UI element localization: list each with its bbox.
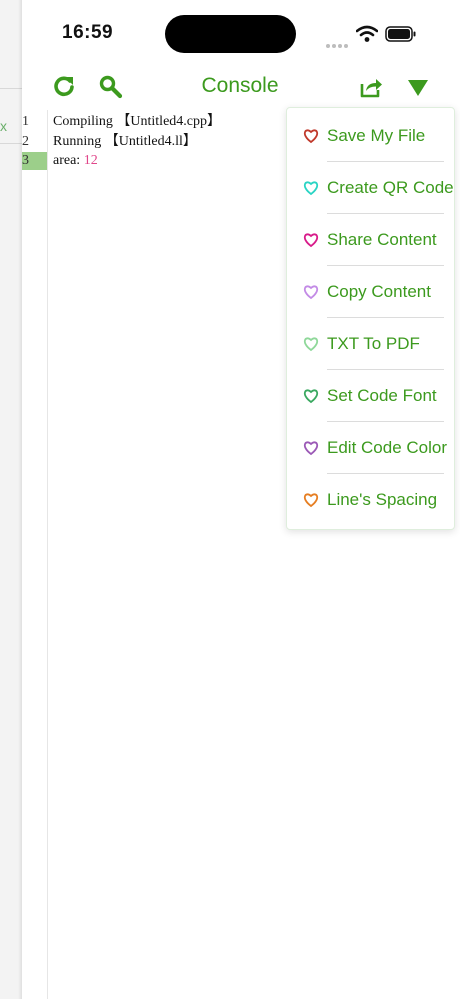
menu-item-txt-to-pdf[interactable]: TXT To PDF: [287, 318, 454, 370]
line-number-gutter: [22, 110, 48, 999]
line-number: 1: [22, 114, 29, 129]
heart-icon: [303, 389, 319, 404]
line-number-active: 3: [22, 152, 47, 170]
wifi-icon: [356, 25, 378, 42]
menu-item-label: TXT To PDF: [327, 334, 420, 353]
menu-item-lines-spacing[interactable]: Line's Spacing: [287, 474, 454, 526]
dropdown-triangle-icon[interactable]: [405, 76, 431, 102]
menu-item-label: Edit Code Color: [327, 438, 448, 457]
menu-item-copy-content[interactable]: Copy Content: [287, 266, 454, 318]
menu-item-set-code-font[interactable]: Set Code Font: [287, 370, 454, 422]
line-number: 2: [22, 134, 29, 149]
menu-item-label: Copy Content: [327, 282, 431, 301]
dynamic-island: [165, 15, 296, 53]
menu-item-label: Save My File: [327, 126, 426, 145]
actions-menu: Save My File Create QR Code Share Conten…: [286, 107, 455, 530]
heart-icon: [303, 441, 319, 456]
status-time: 16:59: [62, 22, 114, 43]
battery-icon: [385, 26, 416, 42]
console-text: Compiling 【Untitled4.cpp】: [53, 114, 221, 129]
share-icon[interactable]: [358, 74, 384, 100]
heart-icon: [303, 233, 319, 248]
menu-item-share-content[interactable]: Share Content: [287, 214, 454, 266]
menu-item-label: Line's Spacing: [327, 490, 438, 509]
output-label: area:: [53, 153, 84, 168]
heart-icon: [303, 285, 319, 300]
console-text: area: 12: [53, 152, 98, 170]
output-value: 12: [83, 153, 98, 168]
menu-item-save-my-file[interactable]: Save My File: [287, 110, 454, 162]
page-title: Console: [201, 74, 279, 97]
cellular-signal-icon: [326, 35, 350, 53]
heart-icon: [303, 493, 319, 508]
heart-icon: [303, 337, 319, 352]
heart-icon: [303, 129, 319, 144]
search-icon[interactable]: [98, 74, 124, 100]
menu-item-create-qr-code[interactable]: Create QR Code: [287, 162, 454, 214]
menu-item-label: Create QR Code: [327, 178, 454, 197]
menu-item-label: Set Code Font: [327, 386, 437, 405]
menu-item-edit-code-color[interactable]: Edit Code Color: [287, 422, 454, 474]
refresh-icon[interactable]: [51, 74, 77, 100]
heart-icon: [303, 181, 319, 196]
menu-item-label: Share Content: [327, 230, 437, 249]
console-text: Running 【Untitled4.ll】: [53, 134, 197, 149]
